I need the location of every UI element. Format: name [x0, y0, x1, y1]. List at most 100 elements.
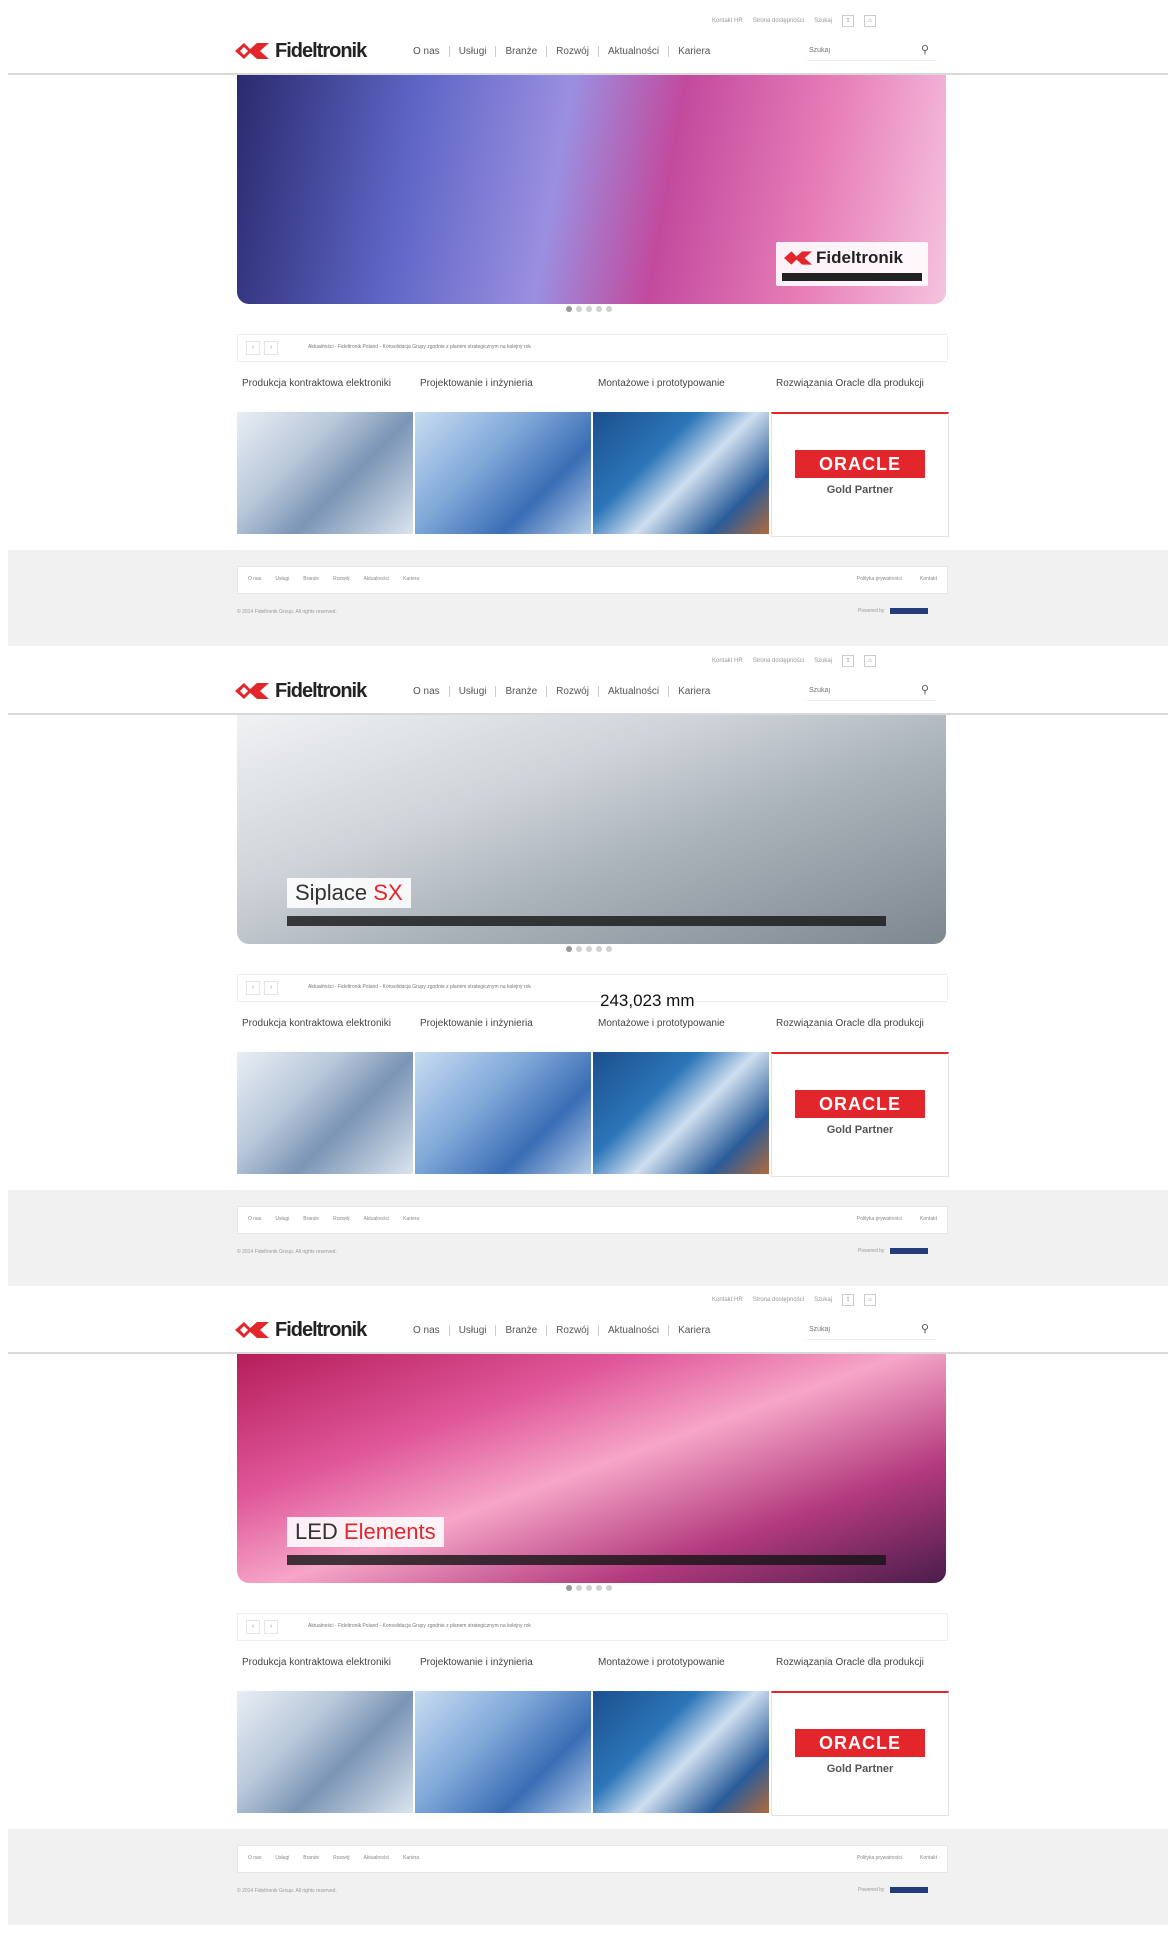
site-logo[interactable]: Fideltronik: [235, 1318, 375, 1342]
hero-slider[interactable]: Fideltronik Siplace SX: [237, 715, 946, 944]
footer-link[interactable]: Aktualności: [364, 1855, 390, 1861]
share-icon[interactable]: ⇪: [842, 655, 855, 667]
slider-dot[interactable]: [566, 1585, 572, 1591]
utility-link[interactable]: Strona dostępności: [753, 658, 804, 664]
nav-item[interactable]: Usługi: [448, 686, 496, 697]
nav-item[interactable]: O nas: [413, 1325, 449, 1336]
tile-design-engineering[interactable]: Projektowanie i inżynieria: [415, 1655, 591, 1813]
vendor-logo-icon[interactable]: [890, 608, 929, 614]
slider-dot[interactable]: [566, 306, 572, 312]
slider-dot[interactable]: [606, 1585, 612, 1591]
slider-dot[interactable]: [576, 1585, 582, 1591]
tile-oracle-solutions[interactable]: Rozwiązania Oracle dla produkcji ORACLE …: [771, 1016, 949, 1177]
footer-link[interactable]: Kariera: [403, 1855, 419, 1861]
footer-link[interactable]: Usługi: [275, 1855, 289, 1861]
tile-oracle-solutions[interactable]: Rozwiązania Oracle dla produkcji ORACLE …: [771, 1655, 949, 1816]
utility-link[interactable]: Kontakt HR: [712, 18, 743, 24]
utility-link[interactable]: Szukaj: [814, 658, 832, 664]
nav-item[interactable]: Usługi: [448, 46, 496, 57]
vendor-logo-icon[interactable]: [890, 1887, 929, 1893]
language-icon[interactable]: ⌂: [864, 1294, 877, 1306]
nav-item[interactable]: O nas: [413, 686, 449, 697]
nav-item[interactable]: Usługi: [448, 1325, 496, 1336]
slider-dot[interactable]: [586, 306, 592, 312]
slider-dot[interactable]: [566, 946, 572, 952]
nav-item[interactable]: Kariera: [668, 1325, 719, 1336]
footer-link[interactable]: Rozwój: [333, 1216, 349, 1222]
site-logo[interactable]: Fideltronik: [235, 679, 375, 703]
slider-dot[interactable]: [596, 1585, 602, 1591]
tile-assembly-prototyping[interactable]: Montażowe i prototypowanie: [593, 376, 769, 534]
search-icon[interactable]: ⚲: [921, 1322, 929, 1335]
chevron-left-icon[interactable]: ‹: [246, 341, 260, 355]
tile-contract-manufacturing[interactable]: Produkcja kontraktowa elektroniki: [237, 376, 413, 534]
footer-link[interactable]: Polityka prywatności: [857, 1855, 902, 1861]
footer-link[interactable]: Usługi: [275, 576, 289, 582]
utility-link[interactable]: Strona dostępności: [753, 1297, 804, 1303]
footer-link[interactable]: Polityka prywatności: [857, 1216, 902, 1222]
search-icon[interactable]: ⚲: [921, 683, 929, 696]
search-icon[interactable]: ⚲: [921, 43, 929, 56]
site-logo[interactable]: Fideltronik: [235, 39, 375, 63]
nav-item[interactable]: Kariera: [668, 686, 719, 697]
search-input[interactable]: [807, 45, 911, 55]
footer-link[interactable]: Branże: [303, 1855, 319, 1861]
language-icon[interactable]: ⌂: [864, 655, 877, 667]
slider-dot[interactable]: [596, 946, 602, 952]
slider-dot[interactable]: [606, 306, 612, 312]
ticker-text[interactable]: Aktualności - Fideltronik Poland - Konso…: [308, 984, 531, 990]
hero-slider[interactable]: Fideltronik LED Elements: [237, 1354, 946, 1583]
share-icon[interactable]: ⇪: [842, 15, 855, 27]
footer-link[interactable]: Rozwój: [333, 1855, 349, 1861]
slider-dot[interactable]: [606, 946, 612, 952]
nav-item[interactable]: Kariera: [668, 46, 719, 57]
nav-item[interactable]: Rozwój: [546, 1325, 598, 1336]
chevron-left-icon[interactable]: ‹: [246, 1620, 260, 1634]
share-icon[interactable]: ⇪: [842, 1294, 855, 1306]
utility-link[interactable]: Szukaj: [814, 1297, 832, 1303]
utility-link[interactable]: Kontakt HR: [712, 658, 743, 664]
tile-contract-manufacturing[interactable]: Produkcja kontraktowa elektroniki: [237, 1655, 413, 1813]
slider-dot[interactable]: [576, 946, 582, 952]
nav-item[interactable]: Rozwój: [546, 46, 598, 57]
tile-oracle-solutions[interactable]: Rozwiązania Oracle dla produkcji ORACLE …: [771, 376, 949, 537]
nav-item[interactable]: Aktualności: [597, 46, 668, 57]
footer-link[interactable]: Branże: [303, 576, 319, 582]
chevron-left-icon[interactable]: ‹: [246, 981, 260, 995]
tile-contract-manufacturing[interactable]: Produkcja kontraktowa elektroniki: [237, 1016, 413, 1174]
language-icon[interactable]: ⌂: [864, 15, 877, 27]
nav-item[interactable]: Aktualności: [597, 1325, 668, 1336]
utility-link[interactable]: Szukaj: [814, 18, 832, 24]
tile-assembly-prototyping[interactable]: Montażowe i prototypowanie: [593, 1016, 769, 1174]
tile-design-engineering[interactable]: Projektowanie i inżynieria: [415, 376, 591, 534]
footer-link[interactable]: O nas: [248, 1855, 261, 1861]
slider-dot[interactable]: [586, 1585, 592, 1591]
hero-slider[interactable]: Fideltronik: [237, 75, 946, 304]
slider-dot[interactable]: [596, 306, 602, 312]
chevron-right-icon[interactable]: ›: [264, 1620, 278, 1634]
footer-link[interactable]: Aktualności: [364, 576, 390, 582]
footer-link[interactable]: Kariera: [403, 1216, 419, 1222]
footer-link[interactable]: Kontakt: [920, 1216, 937, 1222]
chevron-right-icon[interactable]: ›: [264, 981, 278, 995]
ticker-text[interactable]: Aktualności - Fideltronik Poland - Konso…: [308, 344, 531, 350]
footer-link[interactable]: O nas: [248, 576, 261, 582]
ticker-text[interactable]: Aktualności - Fideltronik Poland - Konso…: [308, 1623, 531, 1629]
footer-link[interactable]: Polityka prywatności: [857, 576, 902, 582]
footer-link[interactable]: Branże: [303, 1216, 319, 1222]
footer-link[interactable]: O nas: [248, 1216, 261, 1222]
search-input[interactable]: [807, 685, 911, 695]
footer-link[interactable]: Usługi: [275, 1216, 289, 1222]
vendor-logo-icon[interactable]: [890, 1248, 929, 1254]
nav-item[interactable]: Branże: [495, 1325, 546, 1336]
footer-link[interactable]: Rozwój: [333, 576, 349, 582]
footer-link[interactable]: Aktualności: [364, 1216, 390, 1222]
nav-item[interactable]: O nas: [413, 46, 449, 57]
footer-link[interactable]: Kontakt: [920, 576, 937, 582]
chevron-right-icon[interactable]: ›: [264, 341, 278, 355]
utility-link[interactable]: Strona dostępności: [753, 18, 804, 24]
nav-item[interactable]: Aktualności: [597, 686, 668, 697]
nav-item[interactable]: Branże: [495, 686, 546, 697]
slider-dot[interactable]: [586, 946, 592, 952]
slider-dot[interactable]: [576, 306, 582, 312]
